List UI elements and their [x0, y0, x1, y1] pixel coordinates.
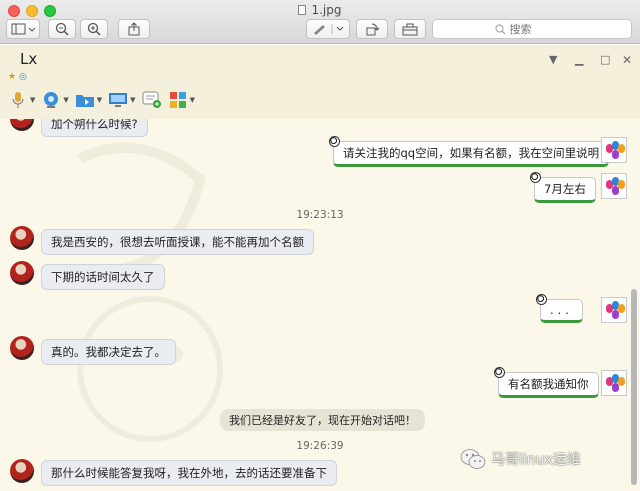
- toolbox-button[interactable]: [394, 19, 426, 39]
- my-avatar[interactable]: [601, 137, 627, 163]
- chevron-down-icon[interactable]: ▼: [97, 96, 102, 104]
- chevron-down-icon[interactable]: ▼: [130, 96, 135, 104]
- rotate-icon: [366, 23, 379, 36]
- chat-toolbar: ▼ ▼ ▼ ▼ ▼: [8, 89, 195, 111]
- share-icon: [128, 22, 140, 36]
- apps-tool[interactable]: ▼: [168, 91, 195, 109]
- maximize-chat-button[interactable]: □: [600, 53, 610, 66]
- sent-message: ...: [536, 294, 583, 323]
- contact-avatar[interactable]: [10, 261, 34, 285]
- minimize-chat-button[interactable]: ▁: [575, 53, 583, 66]
- pen-icon: [314, 24, 344, 35]
- zoom-out-button[interactable]: [48, 19, 76, 39]
- toolbox-icon: [402, 23, 418, 35]
- send-file-tool[interactable]: ▼: [75, 91, 102, 109]
- system-notice: 我们已经是好友了，现在开始对话吧！: [220, 409, 425, 431]
- watermark-text: 马哥linux运维: [491, 452, 581, 468]
- dropdown-icon[interactable]: ▼: [549, 53, 557, 66]
- rotate-button[interactable]: [356, 19, 388, 39]
- chevron-down-icon[interactable]: ▼: [63, 96, 68, 104]
- sent-message-text: 7月左右: [544, 182, 586, 196]
- contact-avatar[interactable]: [10, 459, 34, 483]
- search-input[interactable]: [509, 22, 570, 36]
- sent-message-text: ...: [550, 303, 573, 317]
- contact-avatar[interactable]: [10, 226, 34, 250]
- my-avatar[interactable]: [601, 173, 627, 199]
- window-title-text: 1.jpg: [311, 3, 342, 17]
- football-icon: [494, 367, 505, 378]
- qq-level-icon: ◎: [18, 72, 27, 82]
- window-toolbar: 1.jpg: [0, 0, 640, 44]
- apps-grid-icon: [169, 92, 186, 108]
- search-icon: [494, 23, 505, 34]
- wechat-watermark: 马哥linux运维: [460, 448, 581, 470]
- search-field[interactable]: [432, 19, 632, 39]
- zoom-out-icon: [55, 22, 69, 36]
- zoom-in-icon: [87, 22, 101, 36]
- football-icon: [536, 294, 547, 305]
- qq-chat-window: Lx ★ ◎ ▼ ▁ □ ✕ ▼ ▼ ▼ ▼ ▼ 加个朔什么时候? 请关注我的q…: [0, 45, 640, 491]
- contact-avatar[interactable]: [10, 336, 34, 360]
- message-area[interactable]: 加个朔什么时候? 请关注我的qq空间，如果有名额，我在空间里说明 7月左右 19…: [0, 119, 640, 491]
- received-message: 那什么时候能答复我呀，我在外地，去的话还要准备下: [41, 460, 337, 486]
- received-message: 真的。我都决定去了。: [41, 339, 176, 365]
- sent-message-text: 请关注我的qq空间，如果有名额，我在空间里说明: [343, 146, 600, 160]
- monitor-icon: [109, 93, 128, 107]
- received-message: 加个朔什么时候?: [41, 119, 148, 137]
- webcam-icon: [44, 92, 59, 108]
- sent-message-text: 有名额我通知你: [508, 377, 589, 391]
- received-message: 我是西安的，很想去听面授课，能不能再加个名额: [41, 229, 314, 255]
- sent-message: 有名额我通知你: [494, 367, 599, 398]
- sent-message: 请关注我的qq空间，如果有名额，我在空间里说明: [329, 136, 610, 167]
- star-icon: ★: [8, 72, 17, 82]
- chat-scrollbar[interactable]: [631, 289, 637, 485]
- folder-icon: [75, 95, 94, 107]
- football-icon: [530, 172, 541, 183]
- timestamp: 19:23:13: [296, 209, 344, 221]
- zoom-in-button[interactable]: [80, 19, 108, 39]
- football-icon: [329, 136, 340, 147]
- video-call-tool[interactable]: ▼: [41, 91, 69, 109]
- received-message: 下期的话时间太久了: [41, 264, 165, 290]
- sidebar-toggle-button[interactable]: [6, 19, 40, 39]
- chevron-down-icon[interactable]: ▼: [190, 96, 195, 104]
- markup-button[interactable]: [306, 19, 350, 39]
- chat-header: Lx ★ ◎ ▼ ▁ □ ✕ ▼ ▼ ▼ ▼ ▼: [0, 45, 640, 119]
- document-icon: [298, 5, 307, 15]
- contact-name[interactable]: Lx: [20, 50, 37, 68]
- sidebar-icon: [11, 23, 35, 35]
- share-button[interactable]: [118, 19, 150, 39]
- my-avatar[interactable]: [601, 297, 627, 323]
- voice-call-tool[interactable]: ▼: [8, 91, 35, 109]
- contact-avatar[interactable]: [10, 119, 34, 131]
- close-chat-button[interactable]: ✕: [622, 53, 632, 67]
- microphone-icon: [12, 92, 24, 108]
- wechat-icon: [460, 449, 486, 469]
- my-avatar[interactable]: [601, 370, 627, 396]
- add-chat-icon: [142, 91, 161, 108]
- sent-message: 7月左右: [530, 172, 596, 203]
- remote-desktop-tool[interactable]: ▼: [108, 91, 136, 109]
- new-group-tool[interactable]: [142, 91, 162, 109]
- window-title: 1.jpg: [0, 3, 640, 17]
- contact-status-icons: ★ ◎: [8, 72, 27, 82]
- chevron-down-icon[interactable]: ▼: [30, 96, 35, 104]
